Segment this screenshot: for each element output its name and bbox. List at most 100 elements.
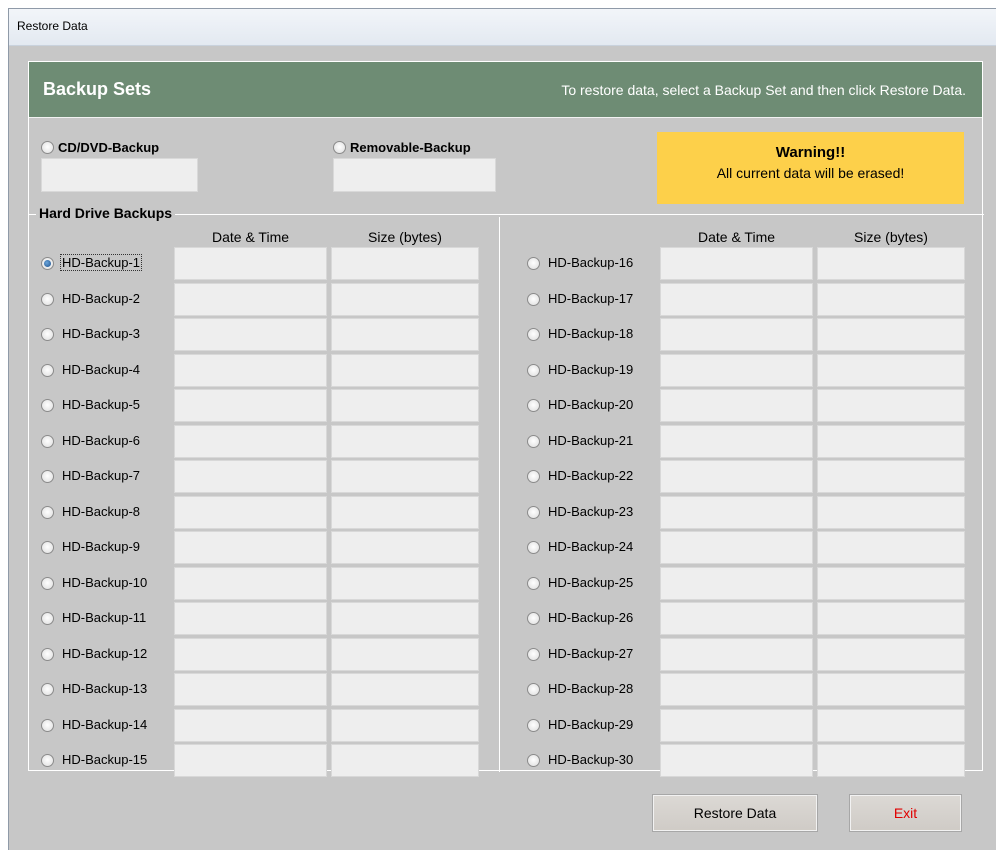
exit-button[interactable]: Exit <box>849 794 962 832</box>
date-time-field <box>174 708 327 742</box>
backup-radio[interactable] <box>41 434 54 448</box>
backup-radio[interactable] <box>527 505 540 519</box>
backup-label: HD-Backup-21 <box>548 432 634 448</box>
size-field <box>817 282 965 316</box>
backup-row[interactable]: HD-Backup-5 <box>41 389 481 422</box>
backup-label: HD-Backup-29 <box>548 716 634 732</box>
backup-radio[interactable] <box>527 470 540 483</box>
backup-label: HD-Backup-24 <box>548 539 634 554</box>
date-time-field <box>174 353 327 387</box>
backup-row[interactable]: HD-Backup-7 <box>41 460 481 493</box>
restore-hint-text: To restore data, select a Backup Set and… <box>561 82 966 98</box>
backup-label: HD-Backup-10 <box>62 574 148 590</box>
removable-radio[interactable] <box>333 141 346 155</box>
size-field <box>817 637 965 671</box>
backup-row[interactable]: HD-Backup-21 <box>527 424 967 458</box>
backup-row[interactable]: HD-Backup-27 <box>527 637 967 671</box>
backup-radio[interactable] <box>41 541 54 554</box>
date-time-field <box>660 744 813 777</box>
backup-row[interactable]: HD-Backup-13 <box>41 673 481 706</box>
backup-radio[interactable] <box>527 612 540 625</box>
backup-row[interactable]: HD-Backup-17 <box>527 282 967 316</box>
backup-label: HD-Backup-9 <box>62 539 141 554</box>
backup-row[interactable]: HD-Backup-9 <box>41 531 481 564</box>
backup-radio[interactable] <box>527 541 540 554</box>
backup-radio[interactable] <box>527 363 540 377</box>
backup-radio[interactable] <box>527 434 540 448</box>
size-field <box>817 566 965 600</box>
size-field <box>331 673 479 706</box>
backup-row[interactable]: HD-Backup-12 <box>41 637 481 671</box>
backup-row[interactable]: HD-Backup-30 <box>527 744 967 777</box>
backup-row[interactable]: HD-Backup-1 <box>41 247 481 280</box>
backup-radio[interactable] <box>41 718 54 732</box>
backup-radio[interactable] <box>41 399 54 412</box>
size-field <box>331 460 479 493</box>
backup-label: HD-Backup-22 <box>548 468 634 483</box>
cd-dvd-option[interactable]: CD/DVD-Backup <box>41 139 159 155</box>
backup-row[interactable]: HD-Backup-14 <box>41 708 481 742</box>
backup-radio[interactable] <box>41 647 54 661</box>
backup-radio[interactable] <box>41 257 54 270</box>
backup-label: HD-Backup-4 <box>62 361 141 377</box>
backup-row[interactable]: HD-Backup-23 <box>527 495 967 529</box>
backup-row[interactable]: HD-Backup-3 <box>41 318 481 351</box>
backup-row[interactable]: HD-Backup-15 <box>41 744 481 777</box>
backup-label: HD-Backup-3 <box>62 326 141 341</box>
backup-radio[interactable] <box>41 576 54 590</box>
backup-row[interactable]: HD-Backup-29 <box>527 708 967 742</box>
backup-radio[interactable] <box>527 718 540 732</box>
backup-radio[interactable] <box>527 647 540 661</box>
backup-label: HD-Backup-2 <box>62 290 141 306</box>
backup-row[interactable]: HD-Backup-4 <box>41 353 481 387</box>
backup-radio[interactable] <box>41 363 54 377</box>
date-time-field <box>660 495 813 529</box>
backup-radio[interactable] <box>527 399 540 412</box>
date-time-field <box>174 744 327 777</box>
removable-option[interactable]: Removable-Backup <box>333 139 471 155</box>
cd-dvd-radio[interactable] <box>41 141 54 155</box>
backup-radio[interactable] <box>527 683 540 696</box>
backup-radio[interactable] <box>41 292 54 306</box>
backup-row[interactable]: HD-Backup-25 <box>527 566 967 600</box>
removable-field <box>333 158 496 192</box>
date-time-field <box>174 673 327 706</box>
date-time-field <box>660 247 813 280</box>
size-field <box>331 637 479 671</box>
backup-row[interactable]: HD-Backup-18 <box>527 318 967 351</box>
date-time-field <box>660 708 813 742</box>
date-time-field <box>660 531 813 564</box>
backup-label: HD-Backup-27 <box>548 645 634 661</box>
backup-row[interactable]: HD-Backup-20 <box>527 389 967 422</box>
backup-radio[interactable] <box>41 754 54 767</box>
backup-radio[interactable] <box>41 470 54 483</box>
backup-radio[interactable] <box>527 292 540 306</box>
backup-radio[interactable] <box>527 328 540 341</box>
backup-radio[interactable] <box>41 328 54 341</box>
backup-row[interactable]: HD-Backup-6 <box>41 424 481 458</box>
backup-label: HD-Backup-12 <box>62 645 148 661</box>
backup-label: HD-Backup-13 <box>62 681 148 696</box>
date-time-field <box>660 318 813 351</box>
backup-radio[interactable] <box>527 576 540 590</box>
backup-row[interactable]: HD-Backup-19 <box>527 353 967 387</box>
backup-row[interactable]: HD-Backup-10 <box>41 566 481 600</box>
date-time-field <box>660 602 813 635</box>
backup-row[interactable]: HD-Backup-26 <box>527 602 967 635</box>
backup-radio[interactable] <box>41 505 54 519</box>
restore-data-button[interactable]: Restore Data <box>652 794 818 832</box>
backup-label: HD-Backup-5 <box>62 397 141 412</box>
backup-radio[interactable] <box>41 612 54 625</box>
backup-radio[interactable] <box>527 754 540 767</box>
backup-row[interactable]: HD-Backup-8 <box>41 495 481 529</box>
backup-row[interactable]: HD-Backup-2 <box>41 282 481 316</box>
backup-row[interactable]: HD-Backup-28 <box>527 673 967 706</box>
backup-radio[interactable] <box>41 683 54 696</box>
backup-row[interactable]: HD-Backup-11 <box>41 602 481 635</box>
date-time-field <box>660 424 813 458</box>
backup-row[interactable]: HD-Backup-22 <box>527 460 967 493</box>
backup-row[interactable]: HD-Backup-24 <box>527 531 967 564</box>
size-field <box>817 531 965 564</box>
backup-row[interactable]: HD-Backup-16 <box>527 247 967 280</box>
backup-radio[interactable] <box>527 257 540 270</box>
